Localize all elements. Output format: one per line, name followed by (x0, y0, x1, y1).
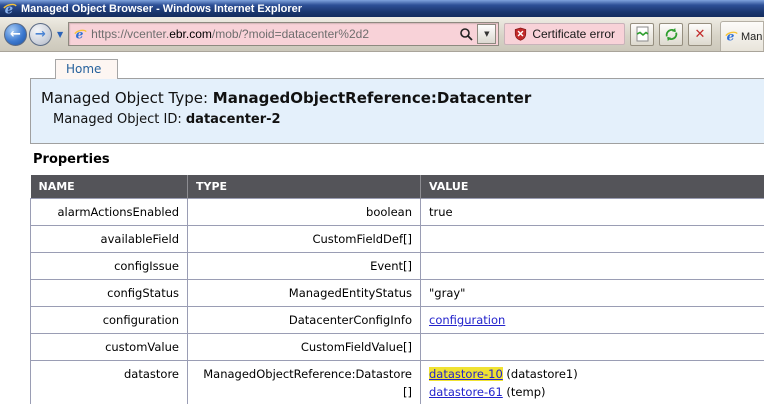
property-type-cell: CustomFieldValue[] (188, 334, 421, 361)
column-header-name: NAME (31, 175, 188, 199)
value-text: "gray" (429, 286, 465, 300)
properties-table-body: alarmActionsEnabledboolean true availableF… (31, 199, 764, 404)
search-icon[interactable] (459, 27, 473, 41)
property-value-cell (421, 334, 764, 361)
property-name-cell: alarmActionsEnabled (31, 199, 188, 226)
refresh-icon (664, 27, 679, 42)
stop-x-icon: ✕ (695, 27, 706, 42)
property-type-cell: ManagedObjectReference:Datastore[] (188, 361, 421, 404)
managed-object-type-label: Managed Object Type: (41, 89, 208, 107)
certificate-error-badge[interactable]: Certificate error (504, 23, 625, 45)
tab-title: Man (741, 31, 762, 43)
managed-object-header: Managed Object Type: ManagedObjectRefere… (30, 78, 764, 144)
property-name-cell: availableField (31, 226, 188, 253)
property-value-cell (421, 226, 764, 253)
managed-object-id-line: Managed Object ID: datacenter-2 (53, 112, 759, 127)
stop-button[interactable]: ✕ (688, 23, 712, 46)
table-row: configurationDatacenterConfigInfoconfigu… (31, 307, 764, 334)
property-value-cell: true (421, 199, 764, 226)
url-text[interactable]: https://vcenter.ebr.com/mob/?moid=datace… (91, 27, 455, 41)
refresh-button[interactable] (659, 23, 683, 46)
table-row: datastoreManagedObjectReference:Datastor… (31, 361, 764, 404)
property-type-cell: ManagedEntityStatus (188, 280, 421, 307)
property-name-cell: datastore (31, 361, 188, 404)
column-header-value: VALUE (421, 175, 764, 199)
property-value-cell: configuration (421, 307, 764, 334)
window-titlebar: e Managed Object Browser - Windows Inter… (0, 0, 764, 17)
table-row: availableFieldCustomFieldDef[] (31, 226, 764, 253)
broken-page-icon (635, 26, 650, 42)
properties-table: NAME TYPE VALUE alarmActionsEnabledboole… (30, 175, 764, 404)
table-row: customValueCustomFieldValue[] (31, 334, 764, 361)
back-button[interactable]: ← (4, 23, 27, 46)
compatibility-view-button[interactable] (630, 23, 654, 46)
property-type-cell: DatacenterConfigInfo (188, 307, 421, 334)
property-name-cell: configStatus (31, 280, 188, 307)
chevron-down-icon: ▼ (484, 30, 489, 38)
forward-button[interactable]: → (29, 23, 52, 46)
value-text: (datastore1) (503, 367, 578, 381)
value-link[interactable]: configuration (429, 313, 505, 327)
managed-object-type-line: Managed Object Type: ManagedObjectRefere… (41, 89, 759, 107)
value-link[interactable]: datastore-10 (429, 367, 503, 381)
home-tab[interactable]: Home (55, 59, 118, 79)
value-text: true (429, 205, 453, 219)
managed-object-id-label: Managed Object ID: (53, 112, 182, 127)
properties-title: Properties (33, 152, 764, 167)
property-value-cell: "gray" (421, 280, 764, 307)
address-dropdown-button[interactable]: ▼ (477, 24, 496, 44)
address-bar[interactable]: e https://vcenter.ebr.com/mob/?moid=data… (68, 22, 499, 46)
url-prefix: https://vcenter. (91, 27, 169, 41)
property-type-cell: boolean (188, 199, 421, 226)
property-name-cell: customValue (31, 334, 188, 361)
url-path: /mob/?moid=datacenter%2d2 (212, 27, 369, 41)
window-title: Managed Object Browser - Windows Interne… (21, 3, 302, 15)
table-row: alarmActionsEnabledboolean true (31, 199, 764, 226)
history-dropdown-caret[interactable]: ▼ (57, 30, 63, 39)
url-domain: ebr.com (169, 27, 212, 41)
ie-logo-icon: e (3, 2, 17, 16)
table-row: configIssueEvent[] (31, 253, 764, 280)
value-text: (temp) (503, 385, 546, 399)
property-value-cell (421, 253, 764, 280)
back-arrow-icon: ← (10, 27, 21, 42)
page-favicon-icon: e (74, 28, 87, 41)
column-header-type: TYPE (188, 175, 421, 199)
browser-toolbar: ← → ▼ e https://vcenter.ebr.com/mob/?moi… (0, 17, 764, 52)
table-header-row: NAME TYPE VALUE (31, 175, 764, 199)
managed-object-type-value: ManagedObjectReference:Datacenter (213, 89, 531, 107)
property-type-cell: CustomFieldDef[] (188, 226, 421, 253)
property-name-cell: configuration (31, 307, 188, 334)
managed-object-id-value: datacenter-2 (186, 112, 281, 127)
property-name-cell: configIssue (31, 253, 188, 280)
table-row: configStatusManagedEntityStatus "gray" (31, 280, 764, 307)
property-value-cell: datastore-10 (datastore1)datastore-61 (t… (421, 361, 764, 404)
forward-arrow-icon: → (35, 27, 46, 42)
certificate-error-label: Certificate error (532, 27, 615, 41)
page-content: Home Managed Object Type: ManagedObjectR… (0, 52, 764, 404)
tab-favicon-icon: e (725, 30, 738, 43)
security-shield-icon (514, 27, 527, 41)
value-link[interactable]: datastore-61 (429, 385, 503, 399)
browser-tab[interactable]: e Man (720, 21, 764, 51)
property-type-cell: Event[] (188, 253, 421, 280)
